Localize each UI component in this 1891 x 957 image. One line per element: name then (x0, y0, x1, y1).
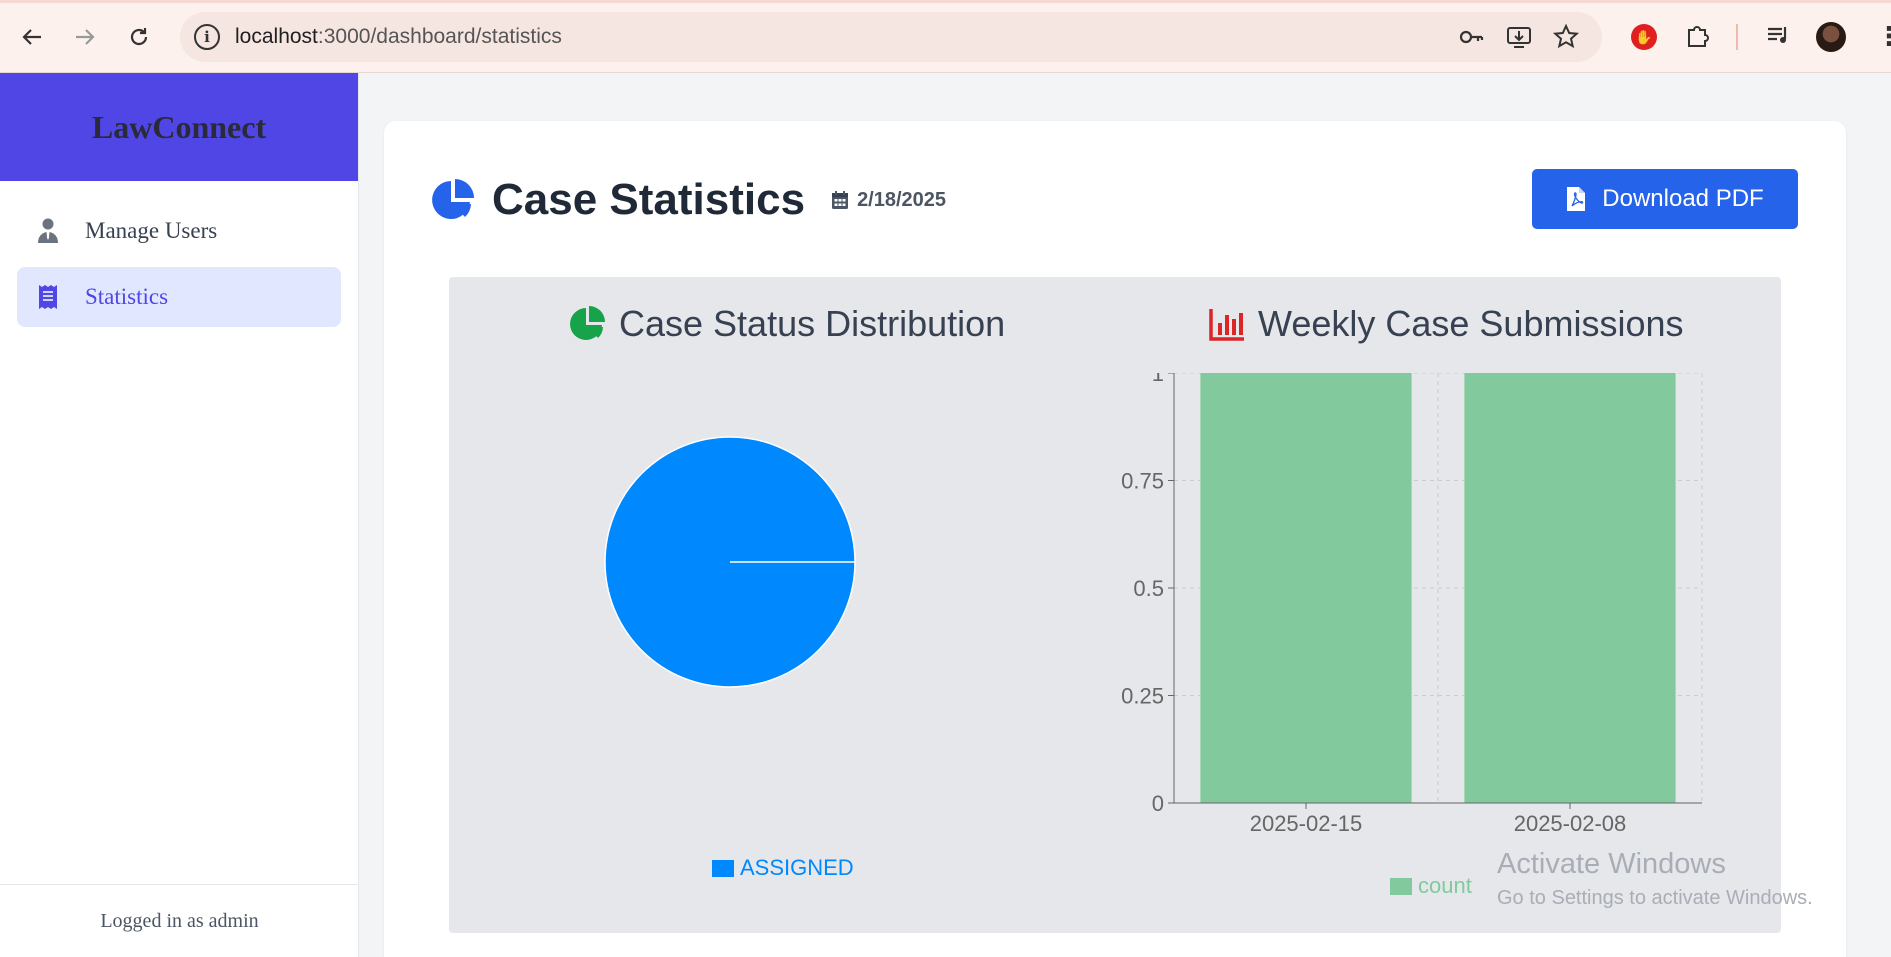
bar[interactable] (1464, 373, 1676, 803)
statistics-card: Case Statistics 2/18/2025 Download PDF C… (384, 121, 1846, 957)
url-host: localhost (235, 25, 318, 48)
sidebar-item-statistics[interactable]: Statistics (17, 267, 341, 327)
receipt-icon (35, 284, 61, 310)
install-app-icon[interactable] (1504, 23, 1534, 53)
key-icon[interactable] (1456, 23, 1486, 53)
url-path: :3000/dashboard/statistics (317, 25, 562, 48)
back-button[interactable] (15, 20, 49, 54)
bar-legend-item[interactable]: count (1390, 873, 1472, 899)
sidebar-item-label: Statistics (85, 284, 169, 309)
adblock-extension-icon[interactable]: ✋ (1628, 21, 1660, 53)
profile-avatar[interactable] (1816, 22, 1846, 52)
y-tick-label: 0 (1152, 791, 1164, 816)
file-pdf-icon (1567, 187, 1586, 211)
calendar-icon (832, 191, 849, 209)
bar-chart-title-text: Weekly Case Submissions (1258, 303, 1684, 344)
browser-toolbar: i localhost:3000/dashboard/statistics ✋ … (0, 0, 1891, 73)
legend-label: count (1418, 873, 1472, 898)
pie-legend: ASSIGNED (712, 855, 854, 881)
legend-swatch (712, 859, 734, 877)
report-date: 2/18/2025 (831, 189, 946, 212)
x-tick-label: 2025-02-15 (1250, 811, 1363, 836)
download-pdf-label: Download PDF (1602, 185, 1764, 212)
pie-chart-title: Case Status Distribution (569, 303, 1005, 345)
pie-chart (604, 436, 856, 688)
reload-icon (130, 28, 148, 46)
legend-swatch (1390, 877, 1412, 895)
watermark-title: Activate Windows (1497, 848, 1726, 880)
report-date-text: 2/18/2025 (857, 188, 947, 211)
chart-pie-icon (570, 306, 605, 340)
download-pdf-button[interactable]: Download PDF (1532, 169, 1798, 229)
logged-in-status: Logged in as admin (0, 884, 359, 957)
sidebar-item-label: Manage Users (85, 218, 218, 243)
x-tick-label: 2025-02-08 (1514, 811, 1627, 836)
sidebar-item-manage-users[interactable]: Manage Users (17, 201, 341, 261)
page-title: Case Statistics (492, 175, 806, 224)
windows-activation-watermark: Activate Windows Go to Settings to activ… (1497, 848, 1813, 910)
tab-strip-edge (0, 0, 1891, 3)
address-bar[interactable]: i localhost:3000/dashboard/statistics (180, 12, 1602, 62)
bookmark-star-icon[interactable] (1551, 23, 1581, 53)
bar[interactable] (1200, 373, 1412, 803)
arrow-right-icon (76, 29, 95, 45)
url-text[interactable]: localhost:3000/dashboard/statistics (235, 25, 562, 49)
y-tick-label: 0.25 (1121, 684, 1164, 709)
sidebar-menu: Manage Users Statistics (0, 181, 358, 353)
toolbar-separator (1736, 24, 1738, 50)
charts-panel: Case Status Distribution ASSIGNED Weekly… (449, 277, 1781, 933)
brand-logo[interactable]: LawConnect (0, 73, 358, 181)
watermark-subtitle: Go to Settings to activate Windows. (1497, 887, 1813, 909)
user-icon (35, 218, 61, 244)
forward-button[interactable] (68, 20, 102, 54)
pie-legend-item[interactable]: ASSIGNED (712, 855, 854, 881)
y-tick-label: 1 (1152, 373, 1164, 386)
legend-label: ASSIGNED (740, 855, 854, 880)
pie-chart-title-text: Case Status Distribution (619, 303, 1006, 344)
extensions-puzzle-icon[interactable] (1682, 21, 1714, 53)
chart-pie-icon (432, 179, 474, 219)
chart-bar-icon (1209, 309, 1244, 341)
site-info-icon[interactable]: i (194, 24, 220, 50)
browser-menu-icon[interactable]: ⋮ (1876, 22, 1891, 50)
y-tick-label: 0.5 (1133, 576, 1164, 601)
arrow-left-icon (22, 29, 41, 45)
reload-button[interactable] (122, 20, 156, 54)
media-queue-icon[interactable] (1762, 21, 1794, 53)
y-tick-label: 0.75 (1121, 469, 1164, 494)
page-header: Case Statistics 2/18/2025 (430, 175, 946, 225)
sidebar: LawConnect Manage Users Statistics Logge… (0, 73, 359, 957)
bar-legend: count (1390, 873, 1472, 899)
stop-hand-icon: ✋ (1631, 24, 1657, 50)
bar-chart-title: Weekly Case Submissions (1208, 303, 1684, 345)
